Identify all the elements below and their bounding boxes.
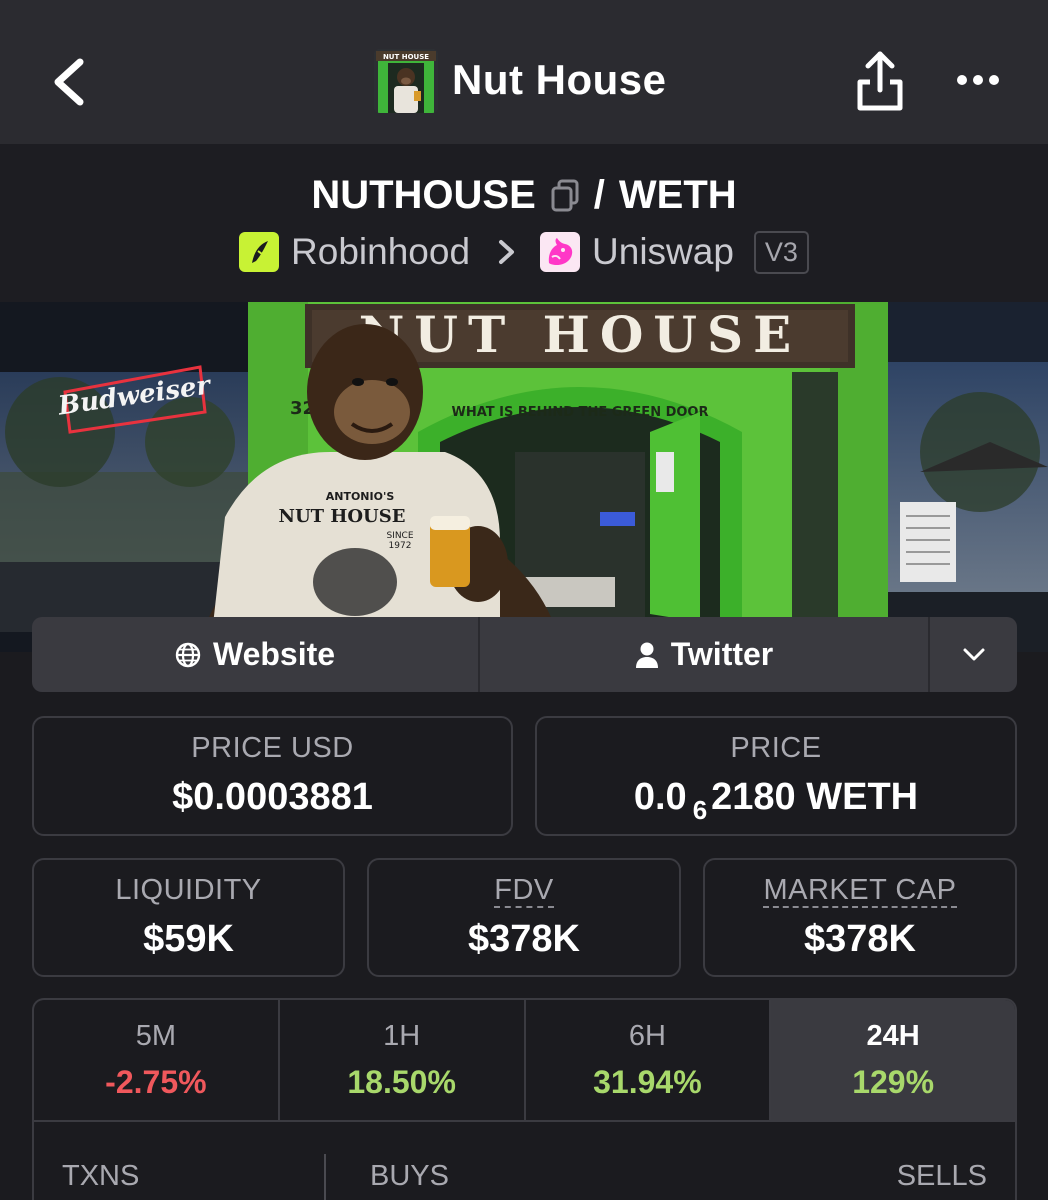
version-badge: V3 bbox=[753, 230, 809, 274]
tab-1h[interactable]: 1H 18.50% bbox=[280, 1000, 526, 1120]
quote-token-symbol: WETH bbox=[618, 172, 737, 217]
base-token-symbol: NUTHOUSE bbox=[311, 172, 536, 217]
tab-label: 6H bbox=[628, 1020, 666, 1052]
dex-name[interactable]: Uniswap bbox=[592, 231, 734, 273]
user-icon bbox=[635, 642, 658, 668]
ellipsis-icon bbox=[957, 75, 999, 85]
market-cap-label: MARKET CAP bbox=[763, 874, 957, 908]
pair-header: NUTHOUSE / WETH Robinhood Uniswap V3 bbox=[0, 144, 1048, 302]
tab-24h[interactable]: 24H 129% bbox=[771, 1000, 1015, 1120]
tab-change-value: 31.94% bbox=[593, 1064, 702, 1100]
market-cap-box[interactable]: MARKET CAP $378K bbox=[703, 858, 1017, 977]
tab-label: 5M bbox=[135, 1020, 177, 1052]
price-native-box: PRICE 0.0 6 2180 WETH bbox=[535, 716, 1017, 836]
tab-label: 1H bbox=[383, 1020, 421, 1052]
globe-icon bbox=[175, 642, 201, 667]
liquidity-value: $59K bbox=[143, 918, 234, 960]
pair-title: NUTHOUSE / WETH bbox=[0, 170, 1048, 220]
more-links-dropdown[interactable] bbox=[930, 617, 1017, 692]
page-title: Nut House bbox=[452, 56, 667, 103]
price-native-value: 0.0 6 2180 WETH bbox=[537, 776, 1015, 826]
tab-change-value: 129% bbox=[852, 1064, 935, 1100]
twitter-label: Twitter bbox=[670, 636, 774, 672]
tab-6h[interactable]: 6H 31.94% bbox=[526, 1000, 772, 1120]
website-label: Website bbox=[212, 636, 336, 672]
share-button[interactable] bbox=[850, 44, 910, 114]
top-nav-bar: NUT HOUSE Nut House bbox=[0, 0, 1048, 144]
price-usd-box: PRICE USD $0.0003881 bbox=[32, 716, 513, 836]
copy-icon[interactable] bbox=[550, 178, 580, 212]
robinhood-chain-icon bbox=[239, 232, 280, 272]
tab-5m[interactable]: 5M -2.75% bbox=[34, 1000, 280, 1120]
sells-label: SELLS bbox=[896, 1160, 987, 1192]
price-zero-count: 6 bbox=[692, 795, 708, 825]
svg-text:NUT HOUSE: NUT HOUSE bbox=[383, 53, 429, 61]
twitter-link-button[interactable]: Twitter bbox=[480, 617, 930, 692]
price-usd-value: $0.0003881 bbox=[172, 776, 373, 818]
price-native-label: PRICE bbox=[730, 732, 822, 764]
share-icon bbox=[857, 51, 903, 111]
fdv-value: $378K bbox=[468, 918, 580, 960]
tab-label: 24H bbox=[866, 1020, 920, 1052]
market-cap-value: $378K bbox=[804, 918, 916, 960]
links-bar: Website Twitter bbox=[32, 617, 1017, 692]
token-avatar: NUT HOUSE bbox=[374, 49, 438, 113]
chevron-left-icon bbox=[54, 58, 84, 106]
token-banner-image: Budweiser NUT HOUSE WHAT IS BEHIND THE G… bbox=[0, 302, 1048, 652]
more-options-button[interactable] bbox=[950, 60, 1010, 100]
chevron-right-icon bbox=[499, 240, 515, 264]
svg-text:NUT HOUSE: NUT HOUSE bbox=[279, 506, 406, 527]
price-prefix: 0.0 bbox=[633, 776, 687, 818]
transactions-panel: TXNS BUYS SELLS bbox=[32, 1120, 1017, 1200]
txns-label: TXNS bbox=[62, 1160, 140, 1192]
price-change-tabs: 5M -2.75% 1H 18.50% 6H 31.94% 24H 129% bbox=[32, 998, 1017, 1120]
svg-text:WHAT IS BEHIND THE GREEN DOOR: WHAT IS BEHIND THE GREEN DOOR bbox=[452, 405, 709, 420]
back-button[interactable] bbox=[44, 52, 104, 112]
tab-change-value: -2.75% bbox=[105, 1064, 207, 1100]
liquidity-label: LIQUIDITY bbox=[115, 874, 262, 906]
buys-label: BUYS bbox=[370, 1160, 449, 1192]
fdv-box[interactable]: FDV $378K bbox=[367, 858, 681, 977]
pair-separator: / bbox=[593, 172, 605, 217]
chain-name[interactable]: Robinhood bbox=[291, 231, 470, 273]
uniswap-unicorn-icon bbox=[540, 232, 581, 272]
divider bbox=[324, 1154, 326, 1200]
tab-change-value: 18.50% bbox=[347, 1064, 456, 1100]
price-digits: 2180 WETH bbox=[711, 776, 919, 818]
fdv-label: FDV bbox=[494, 874, 554, 908]
svg-text:1972: 1972 bbox=[389, 541, 412, 551]
chevron-down-icon bbox=[963, 648, 984, 660]
svg-text:ANTONIO'S: ANTONIO'S bbox=[326, 490, 395, 503]
svg-text:SINCE: SINCE bbox=[386, 531, 413, 541]
chain-dex-row: Robinhood Uniswap V3 bbox=[0, 228, 1048, 276]
price-usd-label: PRICE USD bbox=[191, 732, 354, 764]
website-link-button[interactable]: Website bbox=[32, 617, 480, 692]
svg-text:NUT HOUSE: NUT HOUSE bbox=[359, 305, 802, 364]
liquidity-box: LIQUIDITY $59K bbox=[32, 858, 345, 977]
